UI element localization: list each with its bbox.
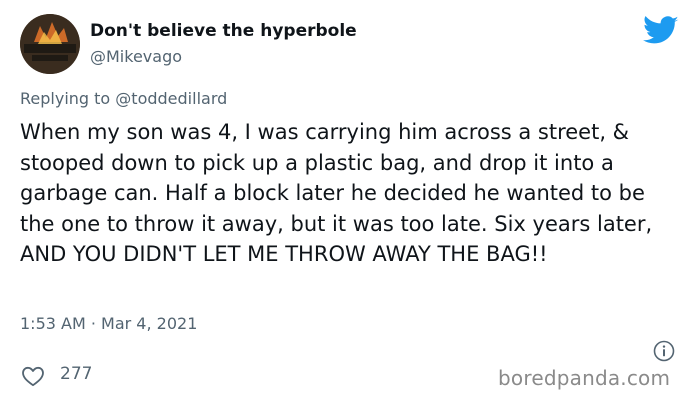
replying-to: Replying to @toddedillard: [20, 89, 227, 108]
twitter-bird-icon[interactable]: [643, 16, 679, 46]
avatar-image: [20, 14, 80, 74]
watermark: boredpanda.com: [498, 366, 671, 390]
like-count: 277: [60, 364, 93, 384]
tweet-timestamp[interactable]: 1:53 AM · Mar 4, 2021: [20, 314, 197, 333]
author-handle[interactable]: @Mikevago: [90, 47, 182, 66]
heart-icon[interactable]: [21, 365, 45, 387]
author-display-name[interactable]: Don't believe the hyperbole: [90, 21, 357, 41]
avatar[interactable]: [20, 14, 80, 74]
reply-mention-link[interactable]: @toddedillard: [115, 89, 227, 108]
replying-to-prefix: Replying to: [20, 89, 111, 108]
tweet-text: When my son was 4, I was carrying him ac…: [20, 120, 653, 266]
info-icon[interactable]: [653, 340, 675, 362]
